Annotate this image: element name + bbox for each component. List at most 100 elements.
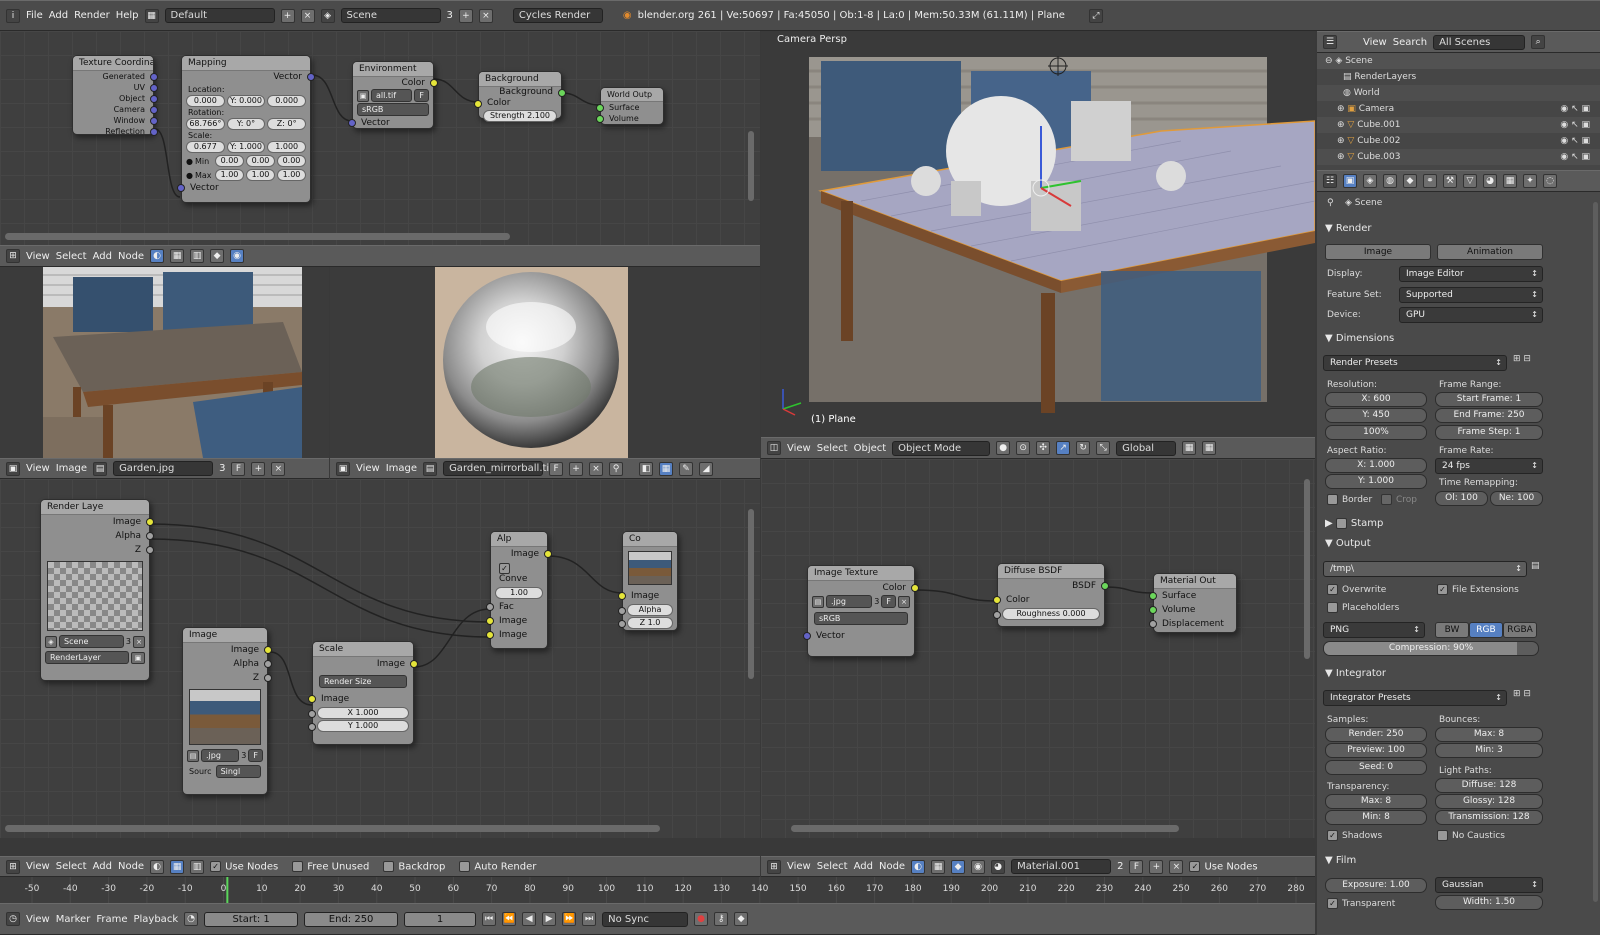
- socket-icon[interactable]: [486, 617, 494, 625]
- location-x[interactable]: 0.000: [186, 95, 225, 107]
- texture-nodes-icon[interactable]: ▥: [190, 859, 205, 874]
- render-presets-select[interactable]: Render Presets: [1323, 355, 1507, 371]
- filter-type-select[interactable]: Gaussian: [1435, 877, 1543, 893]
- fullscreen-icon[interactable]: ⤢: [1088, 8, 1103, 23]
- socket-icon[interactable]: [146, 546, 154, 554]
- keying-set-icon[interactable]: ⚷: [714, 912, 729, 926]
- render-icon[interactable]: ▣: [131, 651, 145, 664]
- file-extensions-toggle[interactable]: ✓ File Extensions: [1437, 584, 1519, 595]
- editor-type-icon[interactable]: ☷: [1323, 174, 1337, 188]
- data-tab-icon[interactable]: ▽: [1463, 174, 1477, 188]
- image-name-field[interactable]: Garden_mirrorball.tif: [443, 461, 553, 476]
- rgb-channel-icon[interactable]: ◧: [639, 461, 654, 476]
- menu-add[interactable]: Add: [854, 861, 873, 872]
- mapping-node[interactable]: Mapping Vector Location: 0.000 Y: 0.000 …: [177, 55, 315, 203]
- texture-tab-icon[interactable]: ▦: [1503, 174, 1517, 188]
- horizontal-scrollbar[interactable]: [5, 825, 660, 832]
- add-preset-icon[interactable]: ⊞ ⊟: [1513, 354, 1531, 364]
- scene-tab-icon[interactable]: ◈: [1363, 174, 1377, 188]
- render-panel-header[interactable]: ▼ Render: [1317, 220, 1600, 238]
- add-preset-icon[interactable]: ⊞ ⊟: [1513, 689, 1531, 699]
- min-x[interactable]: 0.00: [214, 155, 244, 167]
- socket-icon[interactable]: [1149, 606, 1157, 614]
- compression-slider[interactable]: Compression: 90%: [1323, 641, 1539, 656]
- z-field[interactable]: Z 1.0: [627, 617, 673, 629]
- menu-playback[interactable]: Playback: [133, 914, 178, 925]
- aspect-x-field[interactable]: X: 1.000: [1325, 458, 1427, 473]
- bw-button[interactable]: BW: [1435, 622, 1469, 638]
- editor-type-icon[interactable]: ◷: [6, 912, 20, 926]
- current-frame-field[interactable]: 1: [404, 911, 477, 927]
- render-animation-button[interactable]: Animation: [1437, 244, 1543, 260]
- socket-icon[interactable]: [544, 550, 552, 558]
- file-extensions-checkbox[interactable]: ✓: [1437, 584, 1448, 595]
- sync-mode-select[interactable]: No Sync: [602, 911, 689, 927]
- border-toggle[interactable]: Border: [1327, 494, 1372, 505]
- scene-icon[interactable]: ◈: [320, 8, 335, 23]
- unlink-image-icon[interactable]: ×: [271, 461, 286, 476]
- socket-icon[interactable]: [1149, 592, 1157, 600]
- menu-view[interactable]: View: [26, 251, 50, 262]
- rgb-button[interactable]: RGB: [1469, 622, 1503, 638]
- integrator-presets-select[interactable]: Integrator Presets: [1323, 690, 1507, 706]
- menu-add[interactable]: Add: [49, 10, 68, 21]
- menu-view[interactable]: View: [1363, 37, 1387, 48]
- visibility-icon[interactable]: ◉ ↖ ▣: [1560, 133, 1590, 149]
- jump-keyframe-forward-icon[interactable]: ⏩: [562, 912, 577, 926]
- socket-icon[interactable]: [1149, 620, 1157, 628]
- use-nodes-toggle[interactable]: ✓ Use Nodes: [210, 860, 278, 872]
- jump-start-icon[interactable]: ⏮: [482, 912, 497, 926]
- start-frame-field[interactable]: Start Frame: 1: [1435, 392, 1543, 407]
- jump-end-icon[interactable]: ⏭: [582, 912, 597, 926]
- rotation-x[interactable]: 68.766°: [186, 118, 225, 130]
- socket-icon[interactable]: [911, 584, 919, 592]
- backdrop-checkbox[interactable]: [383, 860, 395, 872]
- menu-select[interactable]: Select: [56, 251, 87, 262]
- menu-search[interactable]: Search: [1393, 37, 1427, 48]
- interaction-mode-select[interactable]: Object Mode: [892, 440, 991, 456]
- transparent-checkbox[interactable]: ✓: [1327, 898, 1338, 909]
- frame-step-field[interactable]: Frame Step: 1: [1435, 425, 1543, 440]
- texture-nodes-icon[interactable]: ▥: [190, 249, 205, 263]
- render-engine-select[interactable]: Cycles Render: [512, 8, 603, 23]
- menu-node[interactable]: Node: [118, 251, 144, 262]
- socket-icon[interactable]: [264, 660, 272, 668]
- feature-set-select[interactable]: Supported: [1399, 287, 1543, 303]
- roughness-field[interactable]: Roughness 0.000: [1002, 608, 1100, 620]
- max-radio-icon[interactable]: ●: [186, 171, 193, 180]
- location-y[interactable]: Y: 0.000: [226, 95, 266, 107]
- texture-coordinate-node[interactable]: Texture Coordina Generated UV Object Cam…: [72, 55, 158, 136]
- output-panel-header[interactable]: ▼ Output: [1317, 535, 1600, 553]
- overwrite-checkbox[interactable]: ✓: [1327, 584, 1338, 595]
- use-nodes-checkbox[interactable]: ✓: [1189, 860, 1201, 872]
- colorspace-select[interactable]: sRGB: [357, 103, 429, 116]
- menu-select[interactable]: Select: [817, 443, 848, 454]
- filter-width-field[interactable]: Width: 1.50: [1435, 895, 1543, 910]
- keyframe-insert-icon[interactable]: ◆: [734, 912, 749, 926]
- render-samples-field[interactable]: Render: 250: [1325, 727, 1427, 742]
- source-select[interactable]: Singl: [215, 765, 261, 778]
- max-z[interactable]: 1.00: [276, 169, 306, 181]
- start-frame-field[interactable]: Start: 1: [204, 911, 299, 927]
- add-scene-icon[interactable]: +: [458, 8, 473, 23]
- unlink-scene-icon[interactable]: ×: [133, 635, 145, 648]
- rotation-z[interactable]: Z: 0°: [267, 118, 307, 130]
- image-browse-icon[interactable]: ▤: [423, 461, 438, 476]
- socket-icon[interactable]: [177, 184, 185, 192]
- socket-icon[interactable]: [430, 79, 438, 87]
- output-path-field[interactable]: /tmp\: [1323, 561, 1527, 577]
- backdrop-toggle[interactable]: Backdrop: [383, 860, 445, 872]
- menu-view[interactable]: View: [26, 914, 50, 925]
- scale-x[interactable]: 0.677: [186, 141, 225, 153]
- world-tab-icon[interactable]: ◍: [1383, 174, 1397, 188]
- menu-add[interactable]: Add: [93, 861, 112, 872]
- unlink-image-icon[interactable]: ×: [589, 461, 604, 476]
- socket-icon[interactable]: [993, 611, 1001, 619]
- socket-icon[interactable]: [150, 128, 158, 136]
- shader-nodes-icon[interactable]: ◐: [150, 249, 165, 263]
- seed-field[interactable]: Seed: 0: [1325, 760, 1427, 775]
- diffuse-bsdf-node[interactable]: Diffuse BSDF BSDF Color Roughness 0.000: [993, 563, 1109, 627]
- transmission-bounces-field[interactable]: Transmission: 128: [1435, 810, 1543, 825]
- compositor-node-editor[interactable]: Render Laye Image Alpha Z ◈ Scene 3 × Re…: [0, 479, 760, 838]
- auto-render-toggle[interactable]: Auto Render: [459, 860, 536, 872]
